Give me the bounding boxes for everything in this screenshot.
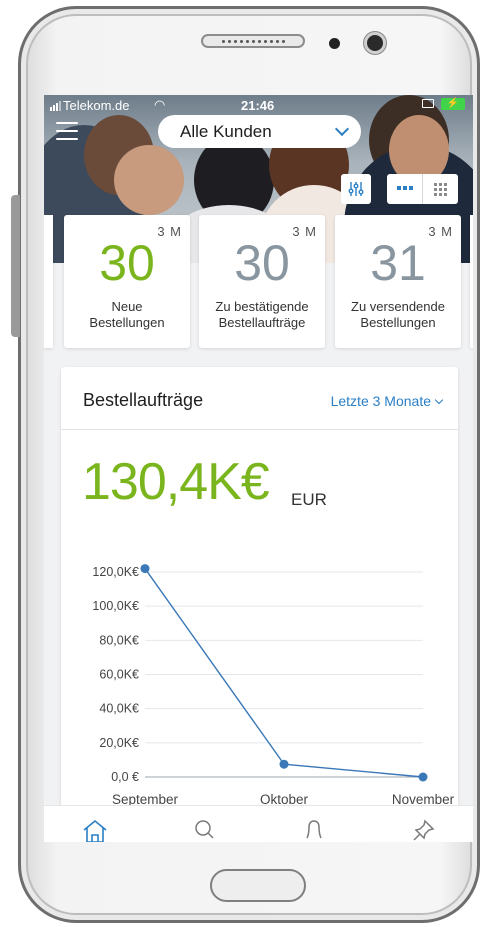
kpi-value: 31 — [370, 235, 426, 291]
orders-line-chart: 0,0 € 20,0K€ 40,0K€ 60,0K€ 80,0K€ 100,0K€ 120,… — [92, 564, 455, 807]
grid-view-icon[interactable] — [422, 174, 458, 204]
kpi-card-previous[interactable] — [44, 215, 53, 348]
kpi-label-line2: Bestellaufträge — [218, 315, 306, 330]
kpi-label-line1: Zu bestätigende — [215, 299, 309, 314]
bell-icon[interactable] — [301, 818, 327, 842]
phone-camera — [364, 32, 386, 54]
kpi-card-next[interactable] — [470, 215, 473, 348]
y-tick-label: 40,0K€ — [99, 702, 139, 716]
view-toggle — [387, 174, 458, 204]
sliders-icon[interactable] — [341, 174, 371, 204]
data-point — [418, 772, 428, 782]
carrier-label: Telekom.de — [63, 98, 130, 113]
kpi-card-to-ship[interactable]: 3 M 31 Zu versendende Bestellungen — [335, 215, 461, 348]
phone-speaker — [201, 34, 305, 48]
kpi-label-line1: Zu versendende — [351, 299, 445, 314]
phone-home-button[interactable] — [210, 869, 306, 902]
chevron-down-icon — [334, 121, 350, 137]
phone-side-button — [11, 195, 20, 337]
search-icon[interactable] — [192, 818, 218, 842]
kpi-label-line1: Neue — [111, 299, 143, 314]
y-tick-label: 120,0K€ — [92, 565, 139, 579]
signal-icon — [50, 101, 61, 111]
y-tick-label: 20,0K€ — [99, 736, 139, 750]
kpi-label: Zu versendende Bestellungen — [339, 299, 457, 331]
kpi-label: Neue Bestellungen — [68, 299, 186, 331]
kpi-label-line2: Bestellungen — [89, 315, 165, 330]
app-screen: Telekom.de ◠ 21:46 ⚡ Alle Kunden 3 M 30 — [44, 95, 473, 842]
wifi-icon: ◠ — [154, 97, 166, 112]
home-icon[interactable] — [82, 818, 108, 842]
battery-charging-icon: ⚡ — [441, 98, 465, 110]
y-tick-label: 60,0K€ — [99, 668, 139, 682]
kpi-value: 30 — [234, 235, 290, 291]
data-point — [279, 759, 289, 769]
pin-icon[interactable] — [411, 818, 437, 842]
clock: 21:46 — [241, 98, 275, 113]
kpi-label-line2: Bestellungen — [360, 315, 436, 330]
kpi-card-new-orders[interactable]: 3 M 30 Neue Bestellungen — [64, 215, 190, 348]
orders-card: Bestellaufträge Letzte 3 Monate 130,4K€ … — [61, 367, 458, 842]
data-point — [140, 564, 150, 574]
y-tick-label: 80,0K€ — [99, 633, 139, 647]
y-tick-label: 0,0 € — [111, 770, 139, 784]
y-tick-label: 100,0K€ — [92, 599, 139, 613]
airplay-icon — [422, 99, 434, 108]
list-view-icon[interactable] — [387, 174, 422, 204]
kpi-value: 30 — [99, 235, 155, 291]
kpi-label: Zu bestätigende Bestellaufträge — [203, 299, 321, 331]
hamburger-icon[interactable] — [56, 122, 78, 140]
kpi-card-to-confirm[interactable]: 3 M 30 Zu bestätigende Bestellaufträge — [199, 215, 325, 348]
status-bar: Telekom.de ◠ 21:46 ⚡ — [44, 95, 473, 115]
customer-filter-dropdown[interactable]: Alle Kunden — [158, 115, 361, 148]
phone-sensor — [329, 38, 340, 49]
bottom-tab-bar — [44, 805, 473, 842]
customer-filter-value: Alle Kunden — [180, 121, 272, 141]
series-line — [144, 568, 424, 778]
